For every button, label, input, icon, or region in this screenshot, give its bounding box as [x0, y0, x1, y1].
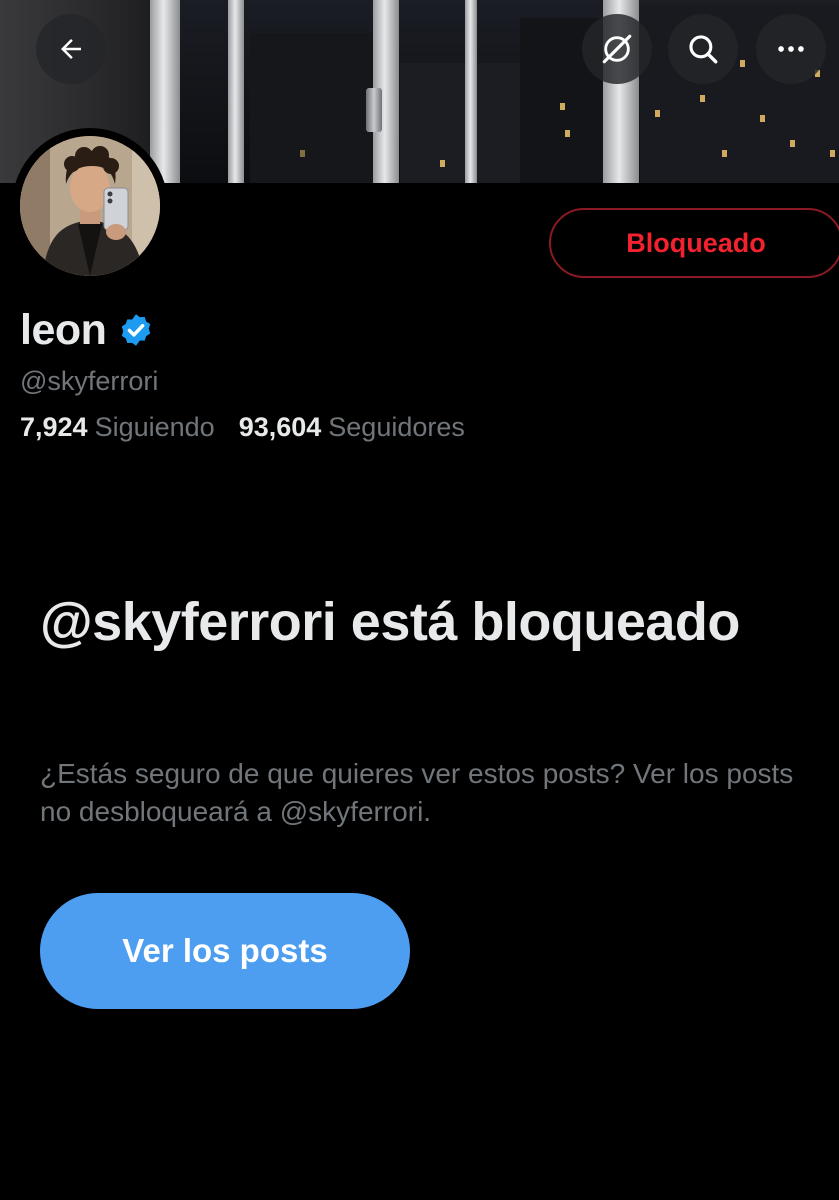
banner-window-light	[560, 103, 565, 110]
blocked-notice-description: ¿Estás seguro de que quieres ver estos p…	[40, 758, 794, 827]
arrow-left-icon	[61, 39, 81, 59]
back-button[interactable]	[36, 14, 106, 84]
display-name: leon	[20, 305, 107, 354]
view-posts-label: Ver los posts	[122, 932, 328, 969]
grok-icon	[602, 34, 632, 64]
view-posts-button[interactable]: Ver los posts	[40, 893, 410, 1009]
blocked-button[interactable]: Bloqueado	[549, 208, 839, 278]
banner-window-light	[790, 140, 795, 147]
more-horizontal-icon	[778, 46, 804, 52]
banner-window-light	[740, 60, 745, 67]
blocked-notice-title: @skyferrori está bloqueado	[40, 592, 740, 652]
followers-stat[interactable]: 93,604 Seguidores	[239, 412, 465, 443]
blocked-button-label: Bloqueado	[626, 227, 766, 258]
banner-building	[400, 63, 520, 183]
search-button[interactable]	[668, 14, 738, 84]
banner-window-frame	[465, 0, 477, 183]
banner-window-light	[830, 150, 835, 157]
banner-window-light	[655, 110, 660, 117]
banner-window-frame	[228, 0, 244, 183]
more-options-button[interactable]	[756, 14, 826, 84]
avatar-portrait	[20, 136, 160, 276]
banner-window-light	[440, 160, 445, 167]
banner-window-light	[722, 150, 727, 157]
profile-handle: @skyferrori	[20, 366, 159, 396]
search-icon	[689, 35, 718, 64]
banner-window-light	[300, 150, 305, 157]
banner-window-light	[700, 95, 705, 102]
banner-window-handle	[366, 88, 382, 132]
banner-window-light	[760, 115, 765, 122]
verified-badge-icon[interactable]	[118, 312, 154, 348]
grok-button[interactable]	[582, 14, 652, 84]
profile-stats: 7,924 Siguiendo 93,604 Seguidores	[20, 412, 465, 443]
avatar[interactable]	[12, 128, 168, 284]
profile-name-row: leon	[20, 304, 154, 356]
followers-count: 93,604	[238, 412, 322, 442]
banner-window-frame	[150, 0, 180, 183]
banner-window-light	[565, 130, 570, 137]
avatar-photo	[20, 136, 160, 276]
following-label: Siguiendo	[94, 412, 215, 442]
following-count: 7,924	[20, 412, 88, 442]
following-stat[interactable]: 7,924 Siguiendo	[20, 412, 215, 443]
followers-label: Seguidores	[328, 412, 465, 442]
